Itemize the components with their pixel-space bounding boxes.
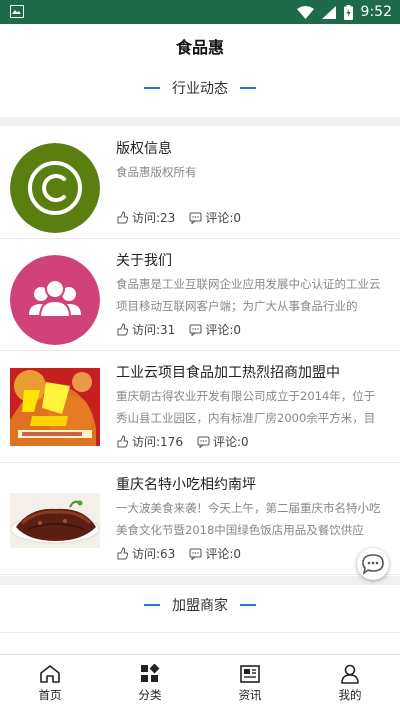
comment-icon <box>189 212 202 224</box>
news-item[interactable]: 关于我们 食品惠是工业互联网企业应用发展中心认证的工业云项目移动互联网客户端；为… <box>0 239 400 351</box>
tab-category[interactable]: 分类 <box>100 655 200 711</box>
title-dash-left <box>144 604 160 606</box>
section-title-text: 行业动态 <box>172 81 228 97</box>
visits-icon <box>117 211 129 224</box>
section-divider <box>0 576 400 585</box>
title-dash-right <box>240 604 256 606</box>
title-dash-left <box>144 87 160 89</box>
news-meta: 访问:63 评论:0 <box>116 545 241 562</box>
news-item[interactable]: 工业云项目食品加工热烈招商加盟中 重庆朝古得农业开发有限公司成立于2014年，位… <box>0 351 400 463</box>
news-title: 工业云项目食品加工热烈招商加盟中 <box>116 365 340 381</box>
profile-icon <box>341 664 359 684</box>
tab-news[interactable]: 资讯 <box>200 655 300 711</box>
news-item[interactable]: 重庆名特小吃相约南坪 一大波美食来袭！今天上午，第二届重庆市名特小吃美食文化节暨… <box>0 463 400 575</box>
news-meta: 访问:31 评论:0 <box>116 321 241 338</box>
title-dash-right <box>240 87 256 89</box>
comment-count: 评论:0 <box>205 211 242 225</box>
news-description: 食品惠是工业互联网企业应用发展中心认证的工业云项目移动互联网客户端；为广大从事食… <box>116 277 381 313</box>
comment-icon <box>189 324 202 336</box>
bottom-tab-bar: 首页 分类 资讯 我的 <box>0 654 400 711</box>
status-time: 9:52 <box>360 4 392 20</box>
gallery-icon <box>10 5 24 18</box>
signal-icon <box>321 5 336 19</box>
tab-label: 资讯 <box>238 687 262 702</box>
section-title-text: 加盟商家 <box>172 598 228 614</box>
news-title: 版权信息 <box>116 141 172 157</box>
comment-count: 评论:0 <box>205 323 242 337</box>
news-meta: 访问:23 评论:0 <box>116 209 241 226</box>
news-item[interactable]: 版权信息 食品惠版权所有 访问:23 评论:0 <box>0 127 400 239</box>
recruitment-banner-image <box>10 368 100 446</box>
copyright-icon <box>10 143 100 233</box>
app-header: 食品惠 <box>0 24 400 68</box>
section-title-merchants: 加盟商家 <box>0 590 400 620</box>
visits-icon <box>117 323 129 336</box>
news-icon <box>240 664 260 683</box>
battery-icon <box>343 4 353 20</box>
visit-count: 访问:31 <box>132 323 176 337</box>
divider-line <box>0 632 400 633</box>
visits-icon <box>117 547 129 560</box>
tab-home[interactable]: 首页 <box>0 655 100 711</box>
news-title: 关于我们 <box>116 253 172 269</box>
section-title-industry: 行业动态 <box>0 73 400 103</box>
news-meta: 访问:176 评论:0 <box>116 433 249 450</box>
home-icon <box>40 664 60 683</box>
chat-button[interactable] <box>357 548 389 580</box>
users-icon <box>10 255 100 345</box>
comment-icon <box>189 548 202 560</box>
tab-label: 我的 <box>338 687 362 702</box>
chat-bubble-icon <box>362 554 384 575</box>
status-bar: 9:52 <box>0 0 400 24</box>
tab-label: 分类 <box>138 687 162 702</box>
category-icon <box>141 663 160 682</box>
tab-profile[interactable]: 我的 <box>300 655 400 711</box>
page-title: 食品惠 <box>175 38 224 57</box>
news-description: 一大波美食来袭！今天上午，第二届重庆市名特小吃美食文化节暨2018中国绿色饭店用… <box>116 501 381 537</box>
tab-label: 首页 <box>38 687 62 702</box>
news-title: 重庆名特小吃相约南坪 <box>116 477 256 493</box>
comment-count: 评论:0 <box>205 547 242 561</box>
news-description: 食品惠版权所有 <box>116 165 197 179</box>
comment-icon <box>197 436 210 448</box>
wifi-icon <box>296 5 314 19</box>
visits-icon <box>117 435 129 448</box>
section-divider <box>0 117 400 126</box>
visit-count: 访问:63 <box>132 547 176 561</box>
comment-count: 评论:0 <box>212 435 249 449</box>
food-photo <box>10 493 100 548</box>
news-description: 重庆朝古得农业开发有限公司成立于2014年，位于秀山县工业园区，内有标准厂房20… <box>116 389 376 425</box>
visit-count: 访问:23 <box>132 211 176 225</box>
visit-count: 访问:176 <box>132 435 183 449</box>
